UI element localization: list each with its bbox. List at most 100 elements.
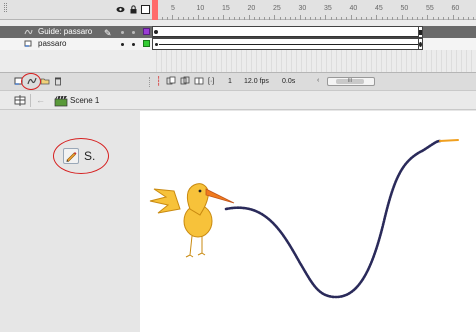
ruler-tick xyxy=(335,17,337,20)
ruler-tick xyxy=(177,17,179,20)
end-keyframe[interactable] xyxy=(418,26,423,38)
ruler-tick xyxy=(305,17,306,20)
ruler-tick xyxy=(192,17,194,20)
ruler-tick xyxy=(412,17,414,20)
divider xyxy=(30,94,31,107)
frame-ruler[interactable]: 5 10 15 20 25 30 35 40 45 50 55 60 xyxy=(152,0,476,20)
ruler-tick-label: 35 xyxy=(324,5,332,12)
snap-tool-button[interactable] xyxy=(63,148,79,164)
ruler-tick xyxy=(391,17,393,20)
layer-row-passaro[interactable]: passaro xyxy=(0,38,476,50)
ruler-tick xyxy=(325,15,327,20)
panel-grip[interactable] xyxy=(4,3,7,12)
frames-empty-area xyxy=(152,50,476,72)
ruler-tick xyxy=(401,15,403,20)
ruler-tick xyxy=(289,17,291,20)
ruler-tick xyxy=(320,17,322,20)
ruler-tick xyxy=(243,17,245,20)
layer-name[interactable]: Guide: passaro xyxy=(38,27,92,36)
ruler-tick xyxy=(279,17,281,20)
onion-skin-icon[interactable] xyxy=(166,76,176,86)
ruler-tick xyxy=(356,17,357,20)
ruler-tick-label: 60 xyxy=(451,5,460,12)
ruler-tick xyxy=(203,17,204,20)
motion-guide-tail xyxy=(439,139,459,142)
ruler-tick xyxy=(259,17,261,20)
ruler-tick-label: 50 xyxy=(400,5,409,12)
back-arrow-icon[interactable]: ← xyxy=(36,95,45,105)
outline-color-swatch[interactable] xyxy=(143,40,150,47)
ruler-tick xyxy=(238,17,240,20)
ruler-tick xyxy=(340,17,342,20)
end-keyframe[interactable] xyxy=(418,38,423,50)
delete-layer-icon[interactable] xyxy=(53,76,63,86)
timeline-header: 5 10 15 20 25 30 35 40 45 50 55 60 xyxy=(0,0,476,20)
layer-row-guide[interactable]: Guide: passaro ✎ xyxy=(0,26,476,38)
tool-option-label[interactable]: S. xyxy=(84,149,95,163)
timeline-toggle-icon[interactable] xyxy=(14,95,26,106)
ruler-tick-label: 55 xyxy=(426,5,434,12)
visibility-dot[interactable] xyxy=(121,31,124,34)
ruler-tick xyxy=(376,15,378,20)
ruler-tick xyxy=(269,17,271,20)
scroll-thumb[interactable]: III xyxy=(336,79,364,84)
frame-rate[interactable]: 12.0 fps xyxy=(244,78,269,85)
onion-skin-outlines-icon[interactable] xyxy=(180,76,190,86)
ruler-tick-label: 45 xyxy=(375,5,383,12)
timeline-panel: 5 10 15 20 25 30 35 40 45 50 55 60 Guide: passaro ✎… xyxy=(0,0,476,90)
lock-dot[interactable] xyxy=(132,31,135,34)
annotation-circle xyxy=(53,138,109,174)
ruler-tick xyxy=(310,17,312,20)
scene-name[interactable]: Scene 1 xyxy=(70,96,99,105)
outline-color-swatch[interactable] xyxy=(143,28,150,35)
ruler-tick xyxy=(233,17,235,20)
ruler-tick xyxy=(386,17,388,20)
ruler-tick xyxy=(432,17,434,20)
ruler-tick xyxy=(228,17,230,20)
ruler-tick xyxy=(208,17,210,20)
edit-multiple-frames-icon[interactable] xyxy=(194,76,204,86)
stage-canvas[interactable] xyxy=(140,111,476,332)
lock-icon[interactable] xyxy=(129,5,138,14)
outline-icon[interactable] xyxy=(141,5,150,14)
motion-guide-path xyxy=(224,139,442,299)
ruler-tick xyxy=(371,17,373,20)
ruler-tick xyxy=(361,17,363,20)
frame-span[interactable] xyxy=(152,26,422,38)
ruler-tick xyxy=(248,15,250,20)
pencil-icon xyxy=(66,152,77,162)
current-frame: 1 xyxy=(228,78,232,85)
ruler-tick xyxy=(187,17,189,20)
elapsed-time: 0.0s xyxy=(282,78,296,85)
lock-dot[interactable] xyxy=(132,43,135,46)
ruler-tick-label: 15 xyxy=(222,5,230,12)
ruler-tick xyxy=(182,17,184,20)
scroll-left-arrow-icon[interactable]: ‹ xyxy=(317,77,319,84)
visibility-dot[interactable] xyxy=(121,43,124,46)
frame-span[interactable] xyxy=(152,38,422,50)
edit-bar: ← Scene 1 xyxy=(0,90,476,110)
ruler-tick xyxy=(264,17,266,20)
layer-name[interactable]: passaro xyxy=(38,39,66,48)
ruler-tick xyxy=(197,15,199,20)
timeline-scrollbar[interactable]: III xyxy=(327,77,375,86)
ruler-tick xyxy=(442,17,444,20)
playhead[interactable] xyxy=(152,0,158,20)
ruler-tick xyxy=(223,15,225,20)
ruler-tick xyxy=(162,17,164,20)
eye-icon[interactable] xyxy=(116,5,125,14)
center-frame-icon[interactable]: ┆ xyxy=(156,76,161,87)
ruler-tick-label: 10 xyxy=(196,5,205,12)
ruler-tick-label: 20 xyxy=(247,5,256,12)
ruler-tick xyxy=(468,17,470,20)
stage-artwork xyxy=(149,139,459,299)
modify-onion-markers-icon[interactable]: [·] xyxy=(208,78,214,85)
ruler-tick xyxy=(422,17,424,20)
new-folder-icon[interactable] xyxy=(40,76,50,86)
ruler-tick xyxy=(458,17,459,20)
ruler-tick xyxy=(345,17,347,20)
ruler-tick xyxy=(447,17,449,20)
layer-icon xyxy=(24,40,32,47)
ruler-tick xyxy=(167,17,169,20)
ruler-tick xyxy=(473,17,475,20)
